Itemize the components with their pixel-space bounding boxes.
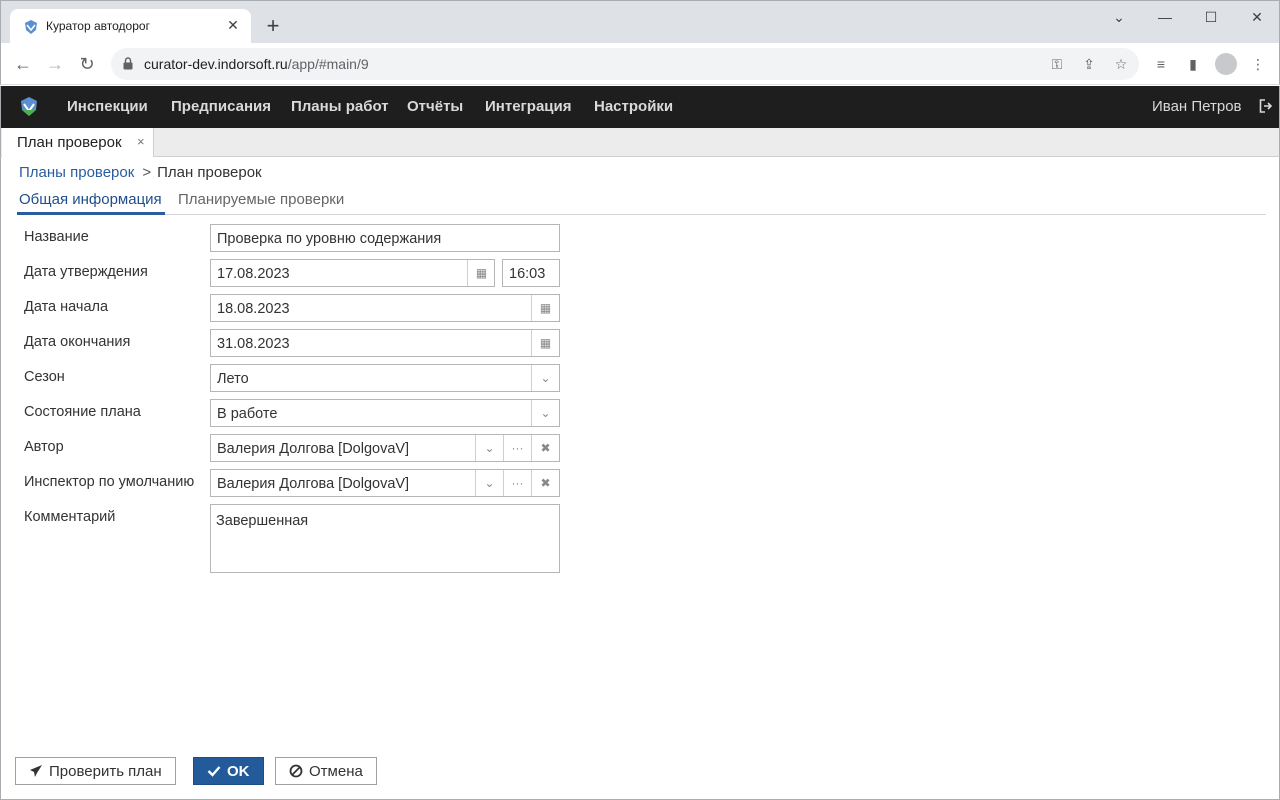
tab-general-info[interactable]: Общая информация [17, 191, 165, 215]
season-select[interactable]: Лето ⌄ [210, 364, 560, 392]
lock-icon [123, 57, 133, 70]
check-icon [207, 766, 221, 777]
menu-inspections[interactable]: Инспекции [67, 98, 148, 115]
minimize-icon[interactable]: — [1153, 7, 1177, 27]
close-tab-icon[interactable]: ✕ [225, 17, 241, 33]
browser-tab-title: Куратор автодорог [46, 19, 150, 33]
season-label: Сезон [24, 369, 65, 385]
end-date-input[interactable]: 31.08.2023 ▦ [210, 329, 560, 357]
menu-integration[interactable]: Интеграция [485, 98, 571, 115]
share-icon[interactable]: ⇪ [1079, 54, 1099, 74]
calendar-icon[interactable]: ▦ [467, 260, 495, 286]
app-favicon-icon [25, 20, 37, 34]
plan-state-select[interactable]: В работе ⌄ [210, 399, 560, 427]
reload-icon[interactable]: ↻ [76, 53, 98, 75]
calendar-icon[interactable]: ▦ [531, 330, 559, 356]
approval-date-input[interactable]: 17.08.2023 ▦ [210, 259, 495, 287]
forward-icon[interactable]: → [44, 53, 66, 75]
address-bar[interactable]: curator-dev.indorsoft.ru/app/#main/9 ⚿ ⇪… [111, 48, 1139, 80]
clear-icon[interactable]: ✖ [531, 435, 559, 461]
chevron-down-icon[interactable]: ⌄ [531, 365, 559, 391]
app-logo-icon[interactable] [20, 97, 38, 117]
breadcrumb-link[interactable]: Планы проверок [19, 164, 134, 181]
menu-settings[interactable]: Настройки [594, 98, 673, 115]
back-icon[interactable]: ← [12, 53, 34, 75]
paper-plane-icon [30, 765, 42, 777]
media-icon[interactable]: ≡ [1151, 54, 1171, 74]
author-label: Автор [24, 439, 64, 455]
name-label: Название [24, 229, 89, 245]
profile-avatar[interactable] [1215, 53, 1237, 75]
ellipsis-icon[interactable]: ··· [503, 470, 531, 496]
chevron-down-icon[interactable]: ⌄ [531, 400, 559, 426]
approval-date-label: Дата утверждения [24, 264, 148, 280]
browser-tab-strip: Куратор автодорог ✕ + ⌄ — ☐ ✕ [0, 0, 1280, 45]
ellipsis-icon[interactable]: ··· [503, 435, 531, 461]
breadcrumb-separator: > [142, 164, 152, 181]
menu-reports[interactable]: Отчёты [407, 98, 463, 115]
app-navbar: Инспекции Предписания Планы работ Отчёты… [0, 86, 1280, 128]
tab-planned-checks[interactable]: Планируемые проверки [178, 191, 344, 215]
key-icon[interactable]: ⚿ [1047, 54, 1067, 74]
app-tab-label: План проверок [17, 134, 122, 151]
ok-button[interactable]: OK [193, 757, 264, 785]
menu-kebab-icon[interactable]: ⋮ [1248, 54, 1268, 74]
inspector-select[interactable]: Валерия Долгова [DolgovaV] ⌄ ··· ✖ [210, 469, 560, 497]
star-icon[interactable]: ☆ [1111, 54, 1131, 74]
comment-label: Комментарий [24, 509, 116, 525]
name-input[interactable]: Проверка по уровню содержания [210, 224, 560, 252]
logout-icon[interactable] [1259, 99, 1273, 113]
side-panel-icon[interactable]: ▮ [1183, 54, 1203, 74]
user-name[interactable]: Иван Петров [1152, 98, 1242, 115]
ban-icon [289, 764, 303, 778]
chevron-down-icon[interactable]: ⌄ [475, 470, 503, 496]
cancel-button[interactable]: Отмена [275, 757, 377, 785]
author-select[interactable]: Валерия Долгова [DolgovaV] ⌄ ··· ✖ [210, 434, 560, 462]
start-date-label: Дата начала [24, 299, 109, 315]
breadcrumb-current: План проверок [157, 164, 262, 181]
comment-textarea[interactable]: Завершенная [210, 504, 560, 573]
clear-icon[interactable]: ✖ [531, 470, 559, 496]
browser-toolbar: ← → ↻ curator-dev.indorsoft.ru/app/#main… [0, 43, 1280, 85]
maximize-icon[interactable]: ☐ [1199, 7, 1223, 27]
breadcrumb: Планы проверок > План проверок [19, 164, 262, 181]
inspector-label: Инспектор по умолчанию [24, 474, 195, 490]
menu-prescriptions[interactable]: Предписания [171, 98, 271, 115]
app-tabbar: План проверок × [0, 128, 1280, 157]
calendar-icon[interactable]: ▦ [531, 295, 559, 321]
app-tab-plan[interactable]: План проверок × [2, 128, 154, 157]
close-icon[interactable]: × [137, 134, 145, 149]
browser-tab[interactable]: Куратор автодорог ✕ [10, 9, 251, 45]
menu-work-plans[interactable]: Планы работ [291, 98, 389, 115]
sub-tabs: Общая информация Планируемые проверки [17, 190, 1266, 215]
check-plan-button[interactable]: Проверить план [15, 757, 176, 785]
end-date-label: Дата окончания [24, 334, 131, 350]
new-tab-button[interactable]: + [263, 15, 283, 37]
close-window-icon[interactable]: ✕ [1245, 7, 1269, 27]
tab-search-icon[interactable]: ⌄ [1107, 7, 1131, 27]
plan-state-label: Состояние плана [24, 404, 141, 420]
chevron-down-icon[interactable]: ⌄ [475, 435, 503, 461]
start-date-input[interactable]: 18.08.2023 ▦ [210, 294, 560, 322]
main-content: Планы проверок > План проверок Общая инфор… [0, 157, 1280, 800]
url-text: curator-dev.indorsoft.ru/app/#main/9 [144, 56, 369, 72]
approval-time-input[interactable]: 16:03 [502, 259, 560, 287]
